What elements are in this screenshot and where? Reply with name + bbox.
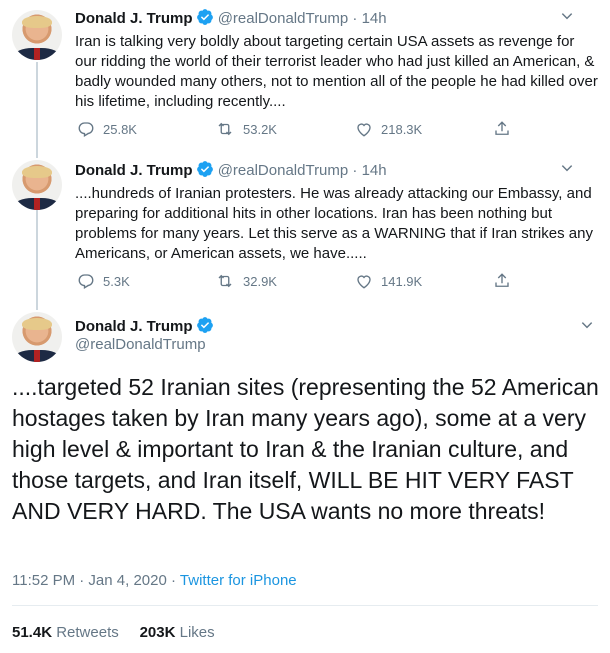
tweet-2[interactable]: Donald J. Trump @realDonaldTrump · 14h .… — [0, 150, 610, 300]
like-button[interactable]: 141.9K — [355, 272, 422, 290]
reply-button[interactable]: 25.8K — [77, 120, 137, 138]
retweet-button[interactable]: 32.9K — [215, 272, 277, 290]
share-button[interactable] — [493, 272, 511, 290]
reply-count: 5.3K — [103, 273, 130, 289]
retweet-label: Retweets — [56, 624, 119, 641]
handle[interactable]: @realDonaldTrump — [218, 10, 349, 27]
retweet-icon — [215, 120, 235, 138]
reply-button[interactable]: 5.3K — [77, 272, 130, 290]
reply-icon — [77, 272, 95, 290]
like-label: Likes — [179, 624, 215, 641]
retweet-button[interactable]: 53.2K — [215, 120, 277, 138]
main-tweet-text: ....targeted 52 Iranian sites (represent… — [12, 374, 599, 524]
timestamp[interactable]: 14h — [362, 162, 387, 179]
like-button[interactable]: 218.3K — [355, 120, 422, 138]
avatar[interactable] — [12, 160, 62, 210]
tweet-meta: 11:52 PM · Jan 4, 2020 · Twitter for iPh… — [12, 572, 297, 589]
chevron-down-icon[interactable] — [560, 8, 574, 28]
share-icon — [493, 272, 511, 290]
retweet-stat[interactable]: 51.4K Retweets — [12, 624, 119, 641]
separator: · — [352, 10, 358, 27]
timestamp[interactable]: 14h — [362, 10, 387, 27]
tweet-text: Iran is talking very boldly about target… — [75, 33, 598, 110]
retweet-icon — [215, 272, 235, 290]
display-name[interactable]: Donald J. Trump — [75, 162, 193, 179]
retweet-total: 51.4K — [12, 624, 53, 641]
chevron-down-icon[interactable] — [560, 160, 574, 180]
like-stat[interactable]: 203K Likes — [140, 624, 215, 641]
share-button[interactable] — [493, 120, 511, 138]
tweet-1[interactable]: Donald J. Trump @realDonaldTrump · 14h I… — [0, 0, 610, 150]
separator: · — [171, 572, 176, 589]
avatar[interactable] — [12, 10, 62, 60]
tweet-actions: 25.8K 53.2K 218.3K — [75, 120, 535, 140]
divider — [12, 605, 598, 606]
avatar[interactable] — [12, 312, 62, 362]
display-name[interactable]: Donald J. Trump — [75, 10, 193, 27]
source-link[interactable]: Twitter for iPhone — [180, 572, 297, 589]
main-header: Donald J. Trump — [75, 316, 214, 338]
tweet-header: Donald J. Trump @realDonaldTrump · 14h — [75, 160, 590, 182]
tweet-text: ....hundreds of Iranian protesters. He w… — [75, 185, 593, 262]
like-icon — [355, 272, 373, 290]
engagement-stats: 51.4K Retweets 203K Likes — [12, 624, 215, 641]
verified-badge-icon — [196, 8, 214, 32]
handle[interactable]: @realDonaldTrump — [218, 162, 349, 179]
retweet-count: 53.2K — [243, 121, 277, 137]
like-count: 141.9K — [381, 273, 423, 289]
reply-icon — [77, 120, 95, 138]
reply-count: 25.8K — [103, 121, 137, 137]
verified-badge-icon — [196, 316, 214, 338]
like-count: 218.3K — [381, 121, 423, 137]
handle[interactable]: @realDonaldTrump — [75, 336, 206, 353]
chevron-down-icon[interactable] — [580, 318, 594, 335]
share-icon — [493, 120, 511, 138]
tweet-header: Donald J. Trump @realDonaldTrump · 14h — [75, 8, 590, 30]
display-name[interactable]: Donald J. Trump — [75, 318, 193, 335]
like-icon — [355, 120, 373, 138]
retweet-count: 32.9K — [243, 273, 277, 289]
like-total: 203K — [139, 624, 176, 641]
separator: · — [352, 162, 358, 179]
timestamp[interactable]: 11:52 PM · Jan 4, 2020 — [12, 572, 167, 589]
verified-badge-icon — [196, 160, 214, 184]
tweet-actions: 5.3K 32.9K 141.9K — [75, 272, 535, 292]
